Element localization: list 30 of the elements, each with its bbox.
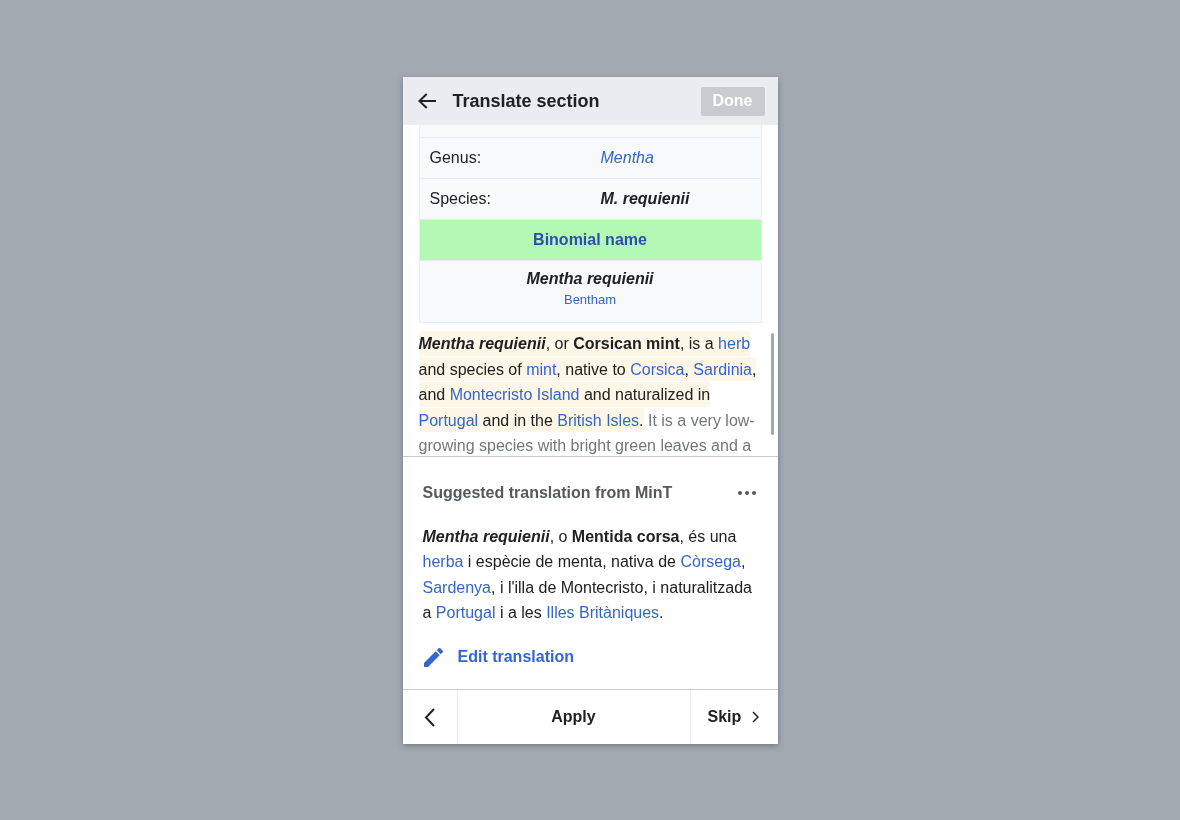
text-link[interactable]: Sardinia [693,360,752,378]
scrollbar[interactable] [770,333,774,435]
edit-translation-link[interactable]: Edit translation [423,645,574,670]
arrow-left-icon [417,93,436,109]
authority-link[interactable]: Bentham [563,292,616,307]
ellipsis-icon [737,491,756,495]
field-value: M. requienii [600,190,690,207]
text-link[interactable]: Corsica [630,360,685,378]
chevron-right-icon [752,711,760,723]
text-link[interactable]: Portugal [418,411,479,429]
text-link[interactable]: herba [422,553,464,571]
text-link[interactable]: Còrsega [680,553,741,571]
field-label: Genus: [429,148,483,168]
heading-link[interactable]: Binomial name [533,231,647,248]
more-button[interactable] [737,491,756,495]
previous-button[interactable] [402,690,458,744]
chevron-left-icon [423,707,435,727]
taxon-link[interactable]: Mentha [600,149,654,166]
text-link[interactable]: mint [526,360,557,378]
field-label: Species: [429,189,492,209]
skip-button[interactable]: Skip [689,690,778,744]
text-link[interactable]: herb [718,335,751,352]
pencil-icon [423,647,443,667]
page-title: Translate section [452,90,601,112]
text-link[interactable]: Sardenya [422,578,491,596]
suggestion-title: Suggested translation from MinT [422,484,673,502]
translation-text: Mentha requienii, o Mentida corsa, és una herba i espècie de menta, nativa de Còrsega, Sardenya, i l'illa de Montecristo, i naturalitzada a Portugal i a les Illes Britàniques. [422,527,753,623]
text-link[interactable]: Portugal [435,603,496,621]
text-link[interactable]: Montecristo Island [449,386,580,403]
binomial-name: Mentha requienii [526,269,654,289]
